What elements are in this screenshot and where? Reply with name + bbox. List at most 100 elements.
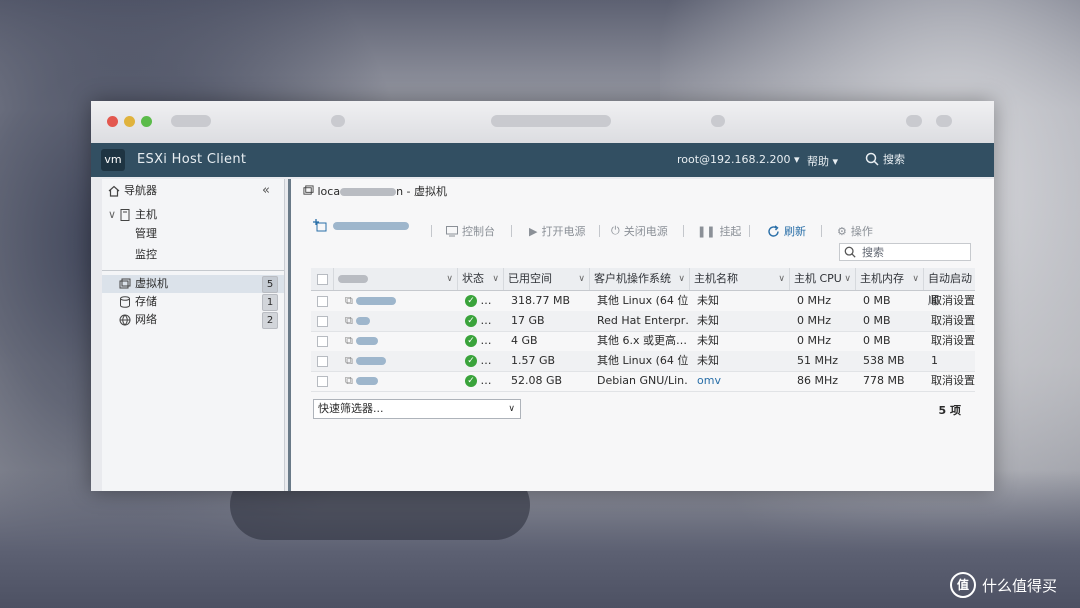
suspend-button[interactable]: ❚❚ 挂起 <box>697 223 741 239</box>
ok-status-icon: ✓ <box>465 295 477 307</box>
close-window-button[interactable] <box>107 116 118 127</box>
item-count: 5 项 <box>938 404 961 417</box>
row-checkbox[interactable] <box>317 316 328 327</box>
watermark: 值 什么值得买 <box>950 572 1057 598</box>
toolbar-separator <box>749 225 750 237</box>
used-space: 52.08 GB <box>511 374 563 387</box>
vm-name-link[interactable] <box>356 337 379 345</box>
search-icon <box>844 246 856 258</box>
row-checkbox[interactable] <box>317 296 328 307</box>
power-off-label: 关闭电源 <box>623 225 668 238</box>
power-off-button[interactable]: ⏻ 关闭电源 <box>611 223 668 239</box>
reload-icon[interactable] <box>711 115 725 127</box>
nav-host[interactable]: ∨ 主机 <box>102 206 284 224</box>
minimize-window-button[interactable] <box>124 116 135 127</box>
col-host-memory[interactable]: 主机内存 ∨ <box>855 268 923 290</box>
redacted-hostname <box>340 188 397 196</box>
nav-host-label: 主机 <box>135 208 157 221</box>
chevron-down-icon[interactable]: ∨ <box>492 268 499 290</box>
host-cpu: 0 MHz <box>797 314 832 327</box>
chevron-down-icon[interactable]: ∨ <box>778 268 785 290</box>
nav-manage[interactable]: 管理 <box>102 225 284 243</box>
power-icon: ⏻ <box>611 224 620 237</box>
select-all-checkbox-cell[interactable] <box>311 268 333 290</box>
browser-window: vm ESXi Host Client root@192.168.2.200 ▾… <box>91 101 994 491</box>
select-all-checkbox[interactable] <box>317 274 328 285</box>
header-search-label: 搜索 <box>883 153 905 166</box>
nav-network-label: 网络 <box>135 313 157 326</box>
browser-tab-icon[interactable] <box>331 115 345 127</box>
browser-nav-controls[interactable] <box>171 115 211 127</box>
refresh-icon <box>768 224 779 237</box>
console-icon <box>446 225 458 236</box>
table-row[interactable]: ⧉ ✓ … 1.57 GB 其他 Linux (64 位) 未知 51 MHz … <box>311 351 975 372</box>
table-row[interactable]: ⧉ ✓ … 318.77 MB 其他 Linux (64 位) 未知 0 MHz… <box>311 291 975 312</box>
zoom-window-button[interactable] <box>141 116 152 127</box>
address-bar[interactable] <box>491 115 611 127</box>
autostart: 取消设置 <box>931 314 975 327</box>
ok-status-icon: ✓ <box>465 375 477 387</box>
status-text: … <box>480 314 492 327</box>
host-cpu: 0 MHz <box>797 334 832 347</box>
create-register-vm-button[interactable] <box>313 219 409 233</box>
row-checkbox[interactable] <box>317 376 328 387</box>
console-label: 控制台 <box>462 225 495 238</box>
chevron-down-icon[interactable]: ∨ <box>678 268 685 290</box>
row-checkbox[interactable] <box>317 356 328 367</box>
nav-vms[interactable]: 虚拟机 5 <box>102 275 284 293</box>
chevron-down-icon: ∨ <box>508 404 515 414</box>
vm-name-link[interactable] <box>356 357 387 365</box>
chevron-down-icon[interactable]: ∨ <box>844 268 851 290</box>
play-icon: ▶ <box>529 224 538 238</box>
guest-os: Red Hat Enterpr… <box>597 314 689 327</box>
autostart: 取消设置 <box>931 374 975 387</box>
nav-network[interactable]: 网络 2 <box>102 311 284 329</box>
refresh-button[interactable]: 刷新 <box>767 223 806 239</box>
nav-storage[interactable]: 存储 1 <box>102 293 284 311</box>
row-checkbox[interactable] <box>317 336 328 347</box>
nav-monitor[interactable]: 监控 <box>102 246 284 264</box>
chevron-down-icon[interactable]: ∨ <box>912 268 919 290</box>
refresh-label: 刷新 <box>784 225 806 238</box>
tabs-icon[interactable] <box>936 115 952 127</box>
header-search[interactable]: 搜索 <box>865 151 905 167</box>
nav-storage-label: 存储 <box>135 295 157 308</box>
vm-name-link[interactable] <box>356 297 397 305</box>
toolbar-separator <box>821 225 822 237</box>
power-on-button[interactable]: ▶ 打开电源 <box>529 223 585 239</box>
used-space: 1.57 GB <box>511 354 556 367</box>
vm-icon <box>303 185 314 195</box>
col-status[interactable]: 状态 ∨ <box>457 268 503 290</box>
col-host-cpu[interactable]: 主机 CPU ∨ <box>789 268 855 290</box>
table-row[interactable]: ⧉ ✓ … 4 GB 其他 6.x 或更高… 未知 0 MHz 0 MB 取消设… <box>311 331 975 352</box>
col-vm[interactable]: ∨ <box>333 268 457 290</box>
user-menu[interactable]: root@192.168.2.200 ▾ <box>677 153 800 166</box>
table-row[interactable]: ⧉ ✓ … 52.08 GB Debian GNU/Lin… omv 86 MH… <box>311 371 975 392</box>
col-used-space[interactable]: 已用空间 ∨ <box>503 268 589 290</box>
host-cpu: 0 MHz <box>797 294 832 307</box>
col-guest-os[interactable]: 客户机操作系统 ∨ <box>589 268 689 290</box>
autostart: 取消设置 <box>931 334 975 347</box>
col-hostname[interactable]: 主机名称 ∨ <box>689 268 789 290</box>
chevron-down-icon[interactable]: ∨ <box>578 268 585 290</box>
actions-menu[interactable]: ⚙ 操作 <box>837 223 873 239</box>
vm-search-input[interactable]: 搜索 <box>839 243 971 261</box>
host-memory: 538 MB <box>863 354 905 367</box>
quick-filter-select[interactable]: 快速筛选器... ∨ <box>313 399 521 419</box>
main-panel: loca n - 虚拟机 控制台 ▶ 打开电源 ⏻ 关闭电源 ❚❚ 挂起 刷新 … <box>288 179 994 491</box>
help-menu[interactable]: 帮助 ▾ <box>807 153 838 169</box>
collapse-navigator-button[interactable]: « <box>262 182 270 200</box>
power-on-label: 打开电源 <box>541 225 586 238</box>
chevron-down-icon[interactable]: ∨ <box>446 268 453 290</box>
search-icon <box>865 152 879 166</box>
vm-name-link[interactable] <box>356 317 371 325</box>
share-icon[interactable] <box>906 115 922 127</box>
table-row[interactable]: ⧉ ✓ … 17 GB Red Hat Enterpr… 未知 0 MHz 0 … <box>311 311 975 332</box>
vm-name-link[interactable] <box>356 377 379 385</box>
hostname-link[interactable]: omv <box>693 371 789 391</box>
console-button[interactable]: 控制台 <box>446 223 495 239</box>
chevron-down-icon[interactable]: ∨ <box>108 206 116 224</box>
redacted-create-label <box>333 222 409 230</box>
col-autostart[interactable]: 自动启动顺 <box>923 268 975 307</box>
used-space: 318.77 MB <box>511 294 571 307</box>
